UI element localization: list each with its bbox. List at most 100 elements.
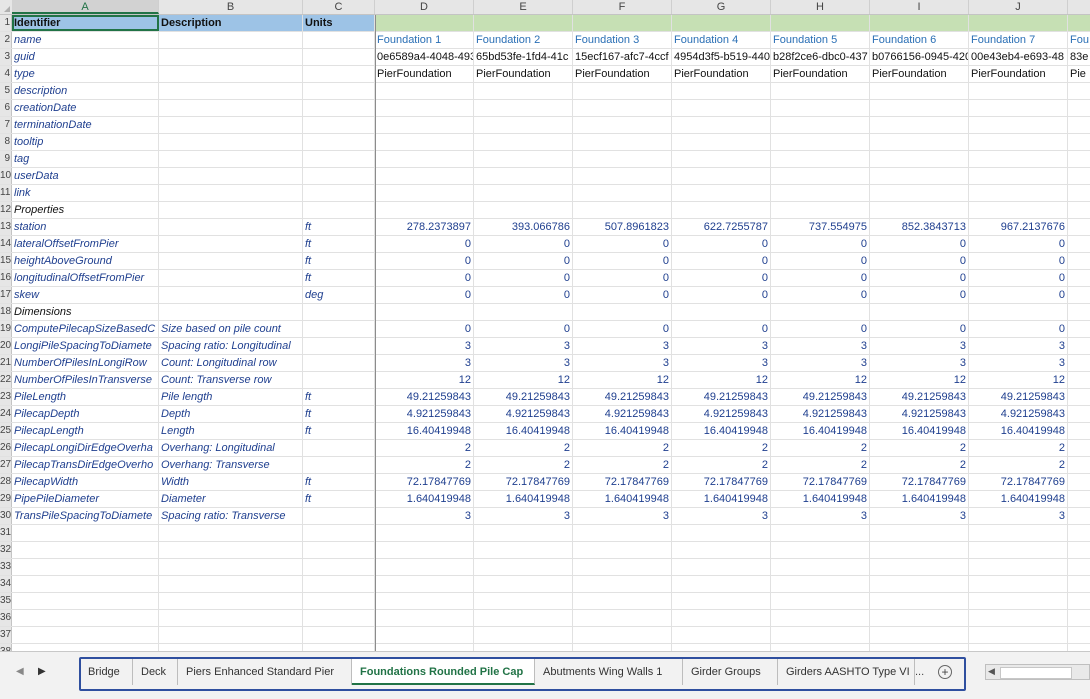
cell-b34[interactable] — [159, 576, 303, 592]
cell-h16[interactable]: 0 — [771, 270, 870, 286]
cell-partial-10[interactable] — [1068, 168, 1090, 184]
cell-f27[interactable]: 2 — [573, 457, 672, 473]
cell-e33[interactable] — [474, 559, 573, 575]
cell-partial-20[interactable] — [1068, 338, 1090, 354]
cell-e14[interactable]: 0 — [474, 236, 573, 252]
cell-d3[interactable]: 0e6589a4-4048-493 — [375, 49, 474, 65]
cell-i36[interactable] — [870, 610, 969, 626]
cell-e21[interactable]: 3 — [474, 355, 573, 371]
cell-a1[interactable]: Identifier — [12, 15, 159, 31]
cell-c1[interactable]: Units — [303, 15, 375, 31]
cell-f22[interactable]: 12 — [573, 372, 672, 388]
cell-g10[interactable] — [672, 168, 771, 184]
cell-partial-13[interactable] — [1068, 219, 1090, 235]
row-header[interactable]: 31 — [0, 525, 12, 541]
cell-c8[interactable] — [303, 134, 375, 150]
cell-h8[interactable] — [771, 134, 870, 150]
cell-partial-33[interactable] — [1068, 559, 1090, 575]
cell-e3[interactable]: 65bd53fe-1fd4-41c — [474, 49, 573, 65]
cell-a23[interactable]: PileLength — [12, 389, 159, 405]
cell-f33[interactable] — [573, 559, 672, 575]
cell-a10[interactable]: userData — [12, 168, 159, 184]
cell-c9[interactable] — [303, 151, 375, 167]
sheet-tab-girders-aashto-type-vi[interactable]: Girders AASHTO Type VI — [778, 659, 915, 685]
cell-h23[interactable]: 49.21259843 — [771, 389, 870, 405]
row-header[interactable]: 22 — [0, 372, 12, 388]
cell-j34[interactable] — [969, 576, 1068, 592]
sheet-tab-deck[interactable]: Deck — [133, 659, 178, 685]
cell-e29[interactable]: 1.640419948 — [474, 491, 573, 507]
cell-e28[interactable]: 72.17847769 — [474, 474, 573, 490]
cell-h1[interactable] — [771, 15, 870, 31]
cell-partial-26[interactable] — [1068, 440, 1090, 456]
row-header[interactable]: 28 — [0, 474, 12, 490]
cell-a19[interactable]: ComputePilecapSizeBasedC — [12, 321, 159, 337]
cell-i15[interactable]: 0 — [870, 253, 969, 269]
cell-e10[interactable] — [474, 168, 573, 184]
cell-i14[interactable]: 0 — [870, 236, 969, 252]
cell-j2[interactable]: Foundation 7 — [969, 32, 1068, 48]
cell-f17[interactable]: 0 — [573, 287, 672, 303]
cell-a37[interactable] — [12, 627, 159, 643]
cell-j22[interactable]: 12 — [969, 372, 1068, 388]
cell-b6[interactable] — [159, 100, 303, 116]
cell-a9[interactable]: tag — [12, 151, 159, 167]
cell-j10[interactable] — [969, 168, 1068, 184]
row-header[interactable]: 27 — [0, 457, 12, 473]
cell-j19[interactable]: 0 — [969, 321, 1068, 337]
cell-i26[interactable]: 2 — [870, 440, 969, 456]
cell-a21[interactable]: NumberOfPilesInLongiRow — [12, 355, 159, 371]
cell-g5[interactable] — [672, 83, 771, 99]
row-header[interactable]: 19 — [0, 321, 12, 337]
cell-d36[interactable] — [375, 610, 474, 626]
cell-d4[interactable]: PierFoundation — [375, 66, 474, 82]
row-header[interactable]: 29 — [0, 491, 12, 507]
cell-partial-36[interactable] — [1068, 610, 1090, 626]
row-header[interactable]: 34 — [0, 576, 12, 592]
cell-c37[interactable] — [303, 627, 375, 643]
cell-partial-6[interactable] — [1068, 100, 1090, 116]
cell-g35[interactable] — [672, 593, 771, 609]
row-header[interactable]: 8 — [0, 134, 12, 150]
cell-b9[interactable] — [159, 151, 303, 167]
cell-a16[interactable]: longitudinalOffsetFromPier — [12, 270, 159, 286]
cell-h29[interactable]: 1.640419948 — [771, 491, 870, 507]
cell-c26[interactable] — [303, 440, 375, 456]
cell-e24[interactable]: 4.921259843 — [474, 406, 573, 422]
cell-b1[interactable]: Description — [159, 15, 303, 31]
cell-c31[interactable] — [303, 525, 375, 541]
cell-a11[interactable]: link — [12, 185, 159, 201]
cell-partial-12[interactable] — [1068, 202, 1090, 218]
cell-f3[interactable]: 15ecf167-afc7-4ccf — [573, 49, 672, 65]
cell-a15[interactable]: heightAboveGround — [12, 253, 159, 269]
cell-c21[interactable] — [303, 355, 375, 371]
cell-d31[interactable] — [375, 525, 474, 541]
cell-g30[interactable]: 3 — [672, 508, 771, 524]
cell-f23[interactable]: 49.21259843 — [573, 389, 672, 405]
cell-c22[interactable] — [303, 372, 375, 388]
cell-g15[interactable]: 0 — [672, 253, 771, 269]
cell-e12[interactable] — [474, 202, 573, 218]
cell-e22[interactable]: 12 — [474, 372, 573, 388]
cell-f11[interactable] — [573, 185, 672, 201]
cell-b25[interactable]: Length — [159, 423, 303, 439]
cell-f4[interactable]: PierFoundation — [573, 66, 672, 82]
cell-d2[interactable]: Foundation 1 — [375, 32, 474, 48]
cell-d32[interactable] — [375, 542, 474, 558]
cell-partial-25[interactable] — [1068, 423, 1090, 439]
cell-b13[interactable] — [159, 219, 303, 235]
cell-partial-22[interactable] — [1068, 372, 1090, 388]
cell-e7[interactable] — [474, 117, 573, 133]
cell-c28[interactable]: ft — [303, 474, 375, 490]
cell-a12[interactable]: Properties — [12, 202, 159, 218]
cell-i22[interactable]: 12 — [870, 372, 969, 388]
cell-b27[interactable]: Overhang: Transverse — [159, 457, 303, 473]
cell-f34[interactable] — [573, 576, 672, 592]
cell-e18[interactable] — [474, 304, 573, 320]
cell-d7[interactable] — [375, 117, 474, 133]
cell-d26[interactable]: 2 — [375, 440, 474, 456]
cell-partial-5[interactable] — [1068, 83, 1090, 99]
cell-g36[interactable] — [672, 610, 771, 626]
cell-i5[interactable] — [870, 83, 969, 99]
cell-e30[interactable]: 3 — [474, 508, 573, 524]
